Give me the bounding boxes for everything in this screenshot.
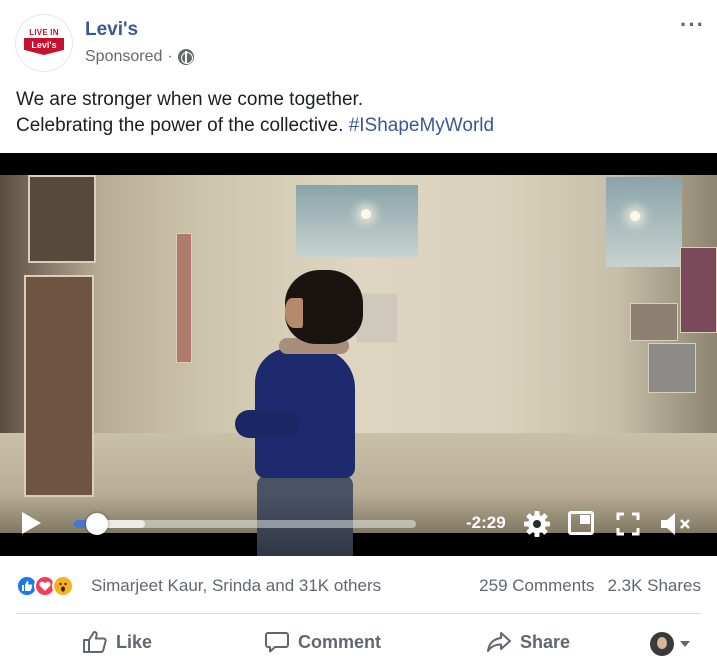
video-controls: -2:29 (0, 494, 717, 556)
page-avatar[interactable]: LIVE IN Levi's (15, 14, 73, 72)
artwork-frame (28, 175, 96, 263)
artwork-frame (680, 247, 717, 333)
play-icon[interactable] (22, 512, 41, 534)
logo-top-text: LIVE IN (29, 28, 59, 37)
levis-logo: LIVE IN Levi's (22, 27, 66, 59)
seek-handle[interactable] (86, 513, 108, 535)
share-arrow-icon (487, 632, 511, 652)
logo-batwing: Levi's (24, 38, 64, 55)
gallery-window (296, 185, 418, 257)
post-as-selector[interactable] (650, 632, 690, 656)
wow-reaction-icon (52, 575, 74, 597)
engagement-counts: 259 Comments 2.3K Shares (479, 576, 701, 596)
logo-brand-text: Levi's (31, 40, 57, 50)
divider (16, 613, 701, 614)
artwork-frame (648, 343, 696, 393)
ceiling-light (630, 211, 640, 221)
video-frame (0, 175, 717, 556)
artwork-frame (630, 303, 678, 341)
comment-button[interactable]: Comment (264, 630, 381, 654)
crossed-arms (235, 410, 299, 438)
video-player[interactable]: -2:29 (0, 153, 717, 556)
picture-in-picture-icon[interactable] (568, 511, 594, 535)
share-button[interactable]: Share (486, 630, 570, 654)
caption-line-1: We are stronger when we come together. (16, 89, 364, 110)
sponsored-post: LIVE IN Levi's Levi's Sponsored · ··· We… (0, 0, 717, 670)
action-bar: Like Comment Share (0, 624, 717, 664)
hashtag-link[interactable]: #IShapeMyWorld (349, 115, 494, 136)
muted-speaker-icon[interactable] (659, 510, 693, 538)
comment-bubble-icon (265, 632, 289, 653)
globe-icon (177, 49, 194, 65)
comments-count[interactable]: 259 Comments (479, 576, 594, 596)
reaction-icons[interactable] (16, 575, 74, 597)
chevron-down-icon (680, 641, 690, 647)
gallery-window (606, 177, 682, 267)
face (285, 298, 303, 328)
caption-line-2: Celebrating the power of the collective.… (16, 113, 696, 139)
sponsored-label[interactable]: Sponsored (85, 48, 162, 66)
artwork-frame (176, 233, 192, 363)
remaining-time: -2:29 (466, 513, 506, 532)
user-avatar (650, 632, 674, 656)
more-options-icon[interactable]: ··· (680, 12, 705, 38)
seek-bar[interactable] (73, 513, 416, 535)
meta-separator: · (167, 48, 173, 65)
sponsored-meta: Sponsored · (85, 48, 194, 66)
like-button[interactable]: Like (82, 630, 152, 654)
ceiling-light (361, 209, 371, 219)
artwork-frame (24, 275, 94, 497)
settings-gear-icon[interactable] (522, 509, 552, 539)
comment-label: Comment (298, 631, 382, 652)
thumbs-up-icon (83, 631, 107, 653)
fullscreen-icon[interactable] (616, 512, 640, 536)
like-label: Like (116, 631, 153, 652)
caption-line-2-text: Celebrating the power of the collective. (16, 115, 349, 136)
page-name-link[interactable]: Levi's (85, 19, 138, 41)
share-label: Share (520, 631, 571, 652)
shares-count[interactable]: 2.3K Shares (607, 576, 701, 596)
post-caption: We are stronger when we come together. C… (16, 87, 696, 139)
reactors-text[interactable]: Simarjeet Kaur, Srinda and 31K others (91, 576, 381, 596)
